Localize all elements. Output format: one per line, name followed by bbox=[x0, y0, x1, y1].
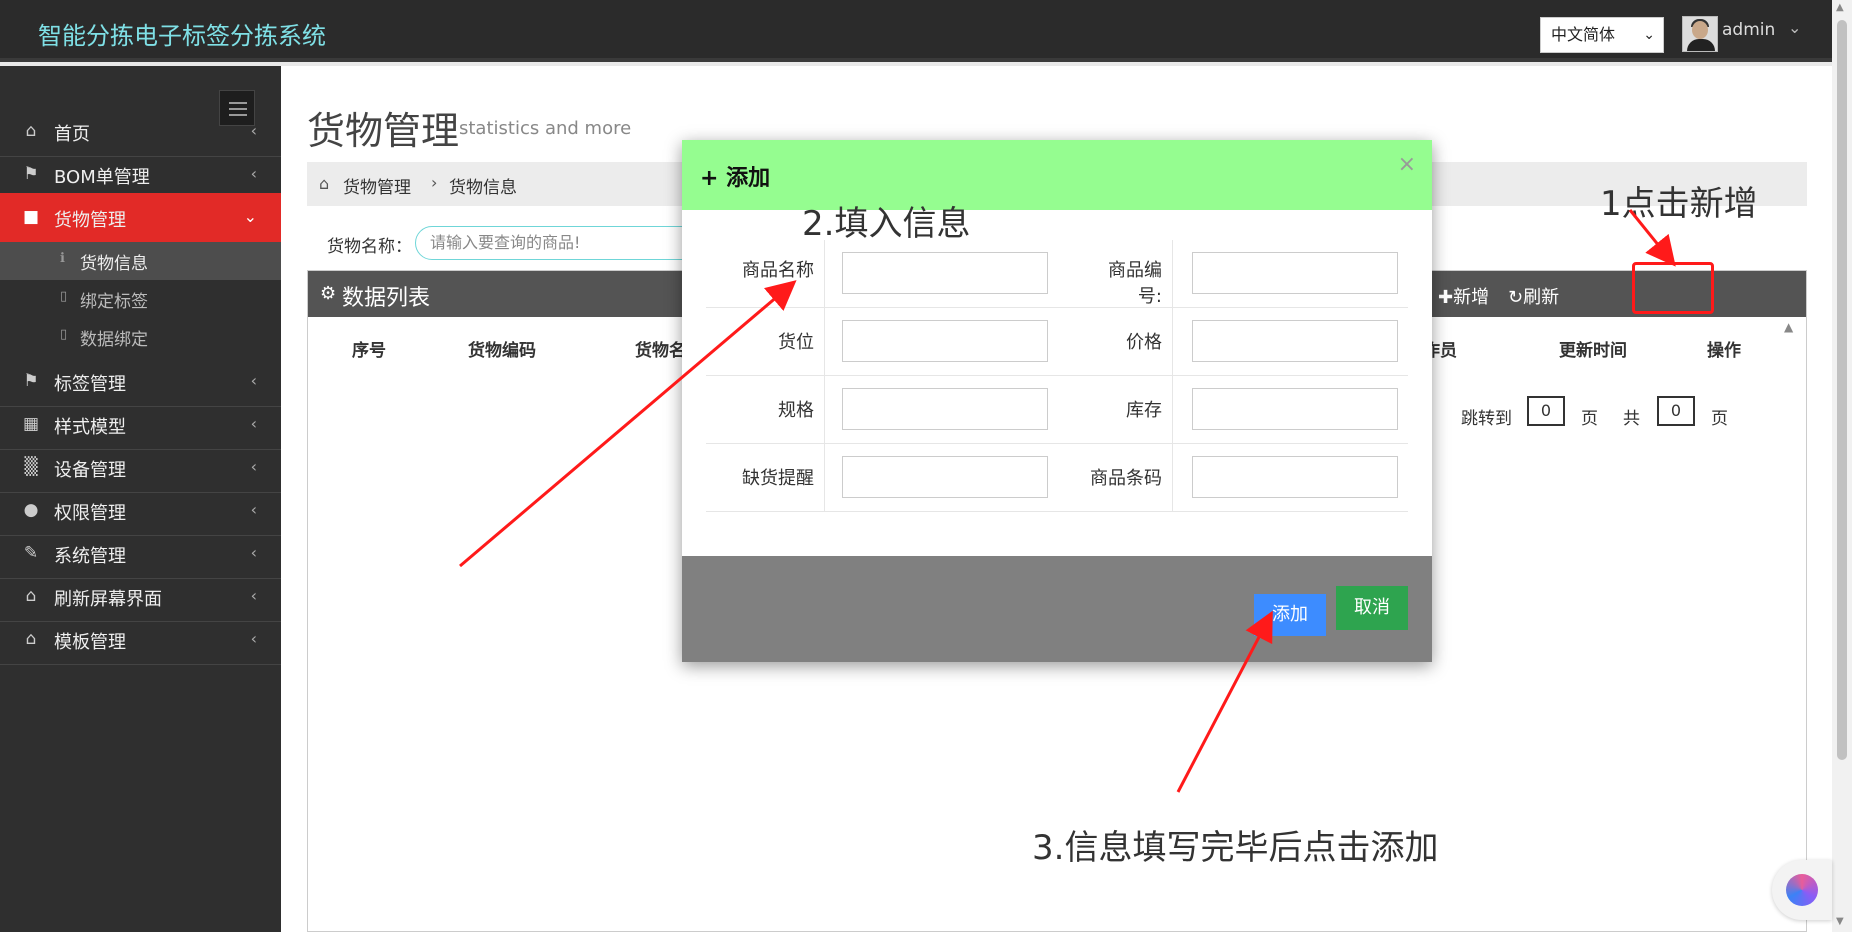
scrollbar-thumb[interactable] bbox=[1837, 20, 1847, 760]
arrow-to-add-button bbox=[1176, 610, 1273, 793]
annotation-arrows bbox=[459, 209, 1676, 793]
scroll-down-icon[interactable]: ▼ bbox=[1836, 916, 1844, 927]
scroll-up-icon[interactable]: ▲ bbox=[1836, 2, 1844, 13]
page-scrollbar[interactable]: ▲ ▼ bbox=[1832, 0, 1852, 932]
arrow-to-form bbox=[459, 280, 797, 568]
arrow-to-add-new bbox=[1628, 209, 1676, 267]
assistant-brain-icon[interactable] bbox=[1772, 860, 1832, 920]
